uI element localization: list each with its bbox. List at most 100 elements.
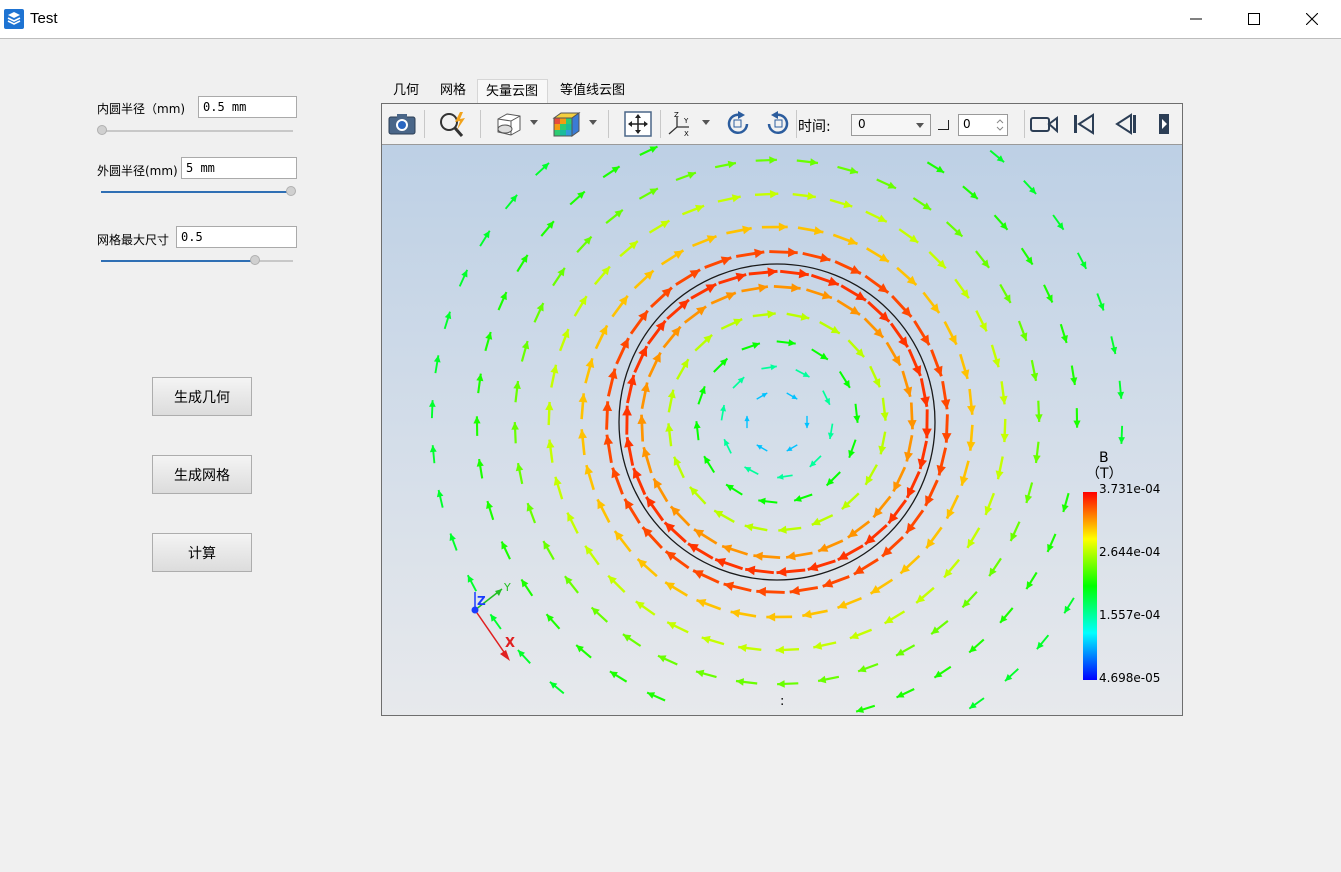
outer-radius-input[interactable]: 5 mm (181, 157, 297, 179)
mesh-size-input[interactable]: 0.5 (176, 226, 297, 248)
time-step-spinbox[interactable]: 0 (958, 114, 1008, 136)
field-vector-head (995, 470, 1004, 480)
axis-x-label: X (505, 636, 515, 651)
axes-triad: Z Y X (471, 581, 515, 661)
field-vector-head (436, 490, 444, 498)
field-vector-head (966, 441, 976, 451)
field-vector-head (941, 433, 952, 443)
field-vector-head (1073, 420, 1081, 428)
colorbar-tick: 1.557e-04 (1099, 608, 1160, 622)
tab-geometry[interactable]: 几何 (385, 79, 427, 103)
colorbar-unit: （T） (1086, 466, 1123, 482)
axes-orientation-icon[interactable]: ZYX (664, 108, 696, 140)
field-vector-head (641, 382, 650, 393)
colormap-icon[interactable] (550, 108, 582, 140)
vector-arrows (429, 145, 1125, 713)
field-vector-head (791, 283, 801, 293)
field-vector-head (742, 225, 752, 235)
first-frame-icon[interactable] (1068, 108, 1100, 140)
vector-field-scene[interactable]: B （T） 3.731e-04 2.644e-04 1.557e-04 4.69… (382, 145, 1182, 715)
colorbar-title: B (1099, 450, 1109, 466)
field-vector-head (744, 415, 750, 422)
field-vector-head (1000, 433, 1009, 443)
inner-radius-slider[interactable] (97, 124, 293, 138)
field-vector-head (627, 374, 637, 386)
chevron-down-icon[interactable] (589, 120, 597, 125)
chevron-down-icon[interactable] (530, 120, 538, 125)
colorbar (1083, 492, 1097, 680)
generate-geometry-button[interactable]: 生成几何 (152, 377, 252, 416)
field-vector-head (637, 414, 647, 424)
tab-contour-plot[interactable]: 等值线云图 (552, 79, 633, 103)
field-vector-head (813, 641, 823, 650)
generate-mesh-button[interactable]: 生成网格 (152, 455, 252, 494)
field-vector-head (1117, 391, 1125, 399)
field-vector-head (1118, 437, 1125, 444)
maximize-button[interactable] (1225, 0, 1283, 38)
field-vector-head (550, 364, 559, 374)
field-vector-head (667, 389, 676, 399)
view-mode-icon[interactable] (492, 108, 524, 140)
field-vector-head (511, 422, 519, 430)
record-icon[interactable] (1028, 108, 1060, 140)
pan-icon[interactable] (622, 108, 654, 140)
rotate-ccw-icon[interactable] (762, 108, 794, 140)
colorbar-tick: 3.731e-04 (1099, 482, 1160, 496)
field-vector-head (753, 551, 763, 561)
field-vector-head (756, 586, 766, 597)
field-vector-head (429, 400, 436, 407)
camera-icon[interactable] (386, 108, 418, 140)
field-vector-head (776, 567, 787, 577)
field-vector-head (777, 680, 785, 688)
rotate-cw-icon[interactable] (722, 108, 754, 140)
svg-text:Z: Z (674, 111, 679, 119)
slider-handle[interactable] (286, 186, 296, 196)
field-vector-head (722, 544, 733, 554)
field-vector-head (800, 312, 810, 321)
field-vector-head (818, 675, 827, 684)
colorbar-tick: 4.698e-05 (1099, 671, 1160, 685)
slider-handle[interactable] (249, 255, 260, 265)
vector-field-plot[interactable]: B （T） 3.731e-04 2.644e-04 1.557e-04 4.69… (382, 145, 1182, 715)
inner-boundary-circle (618, 263, 936, 581)
field-vector-head (473, 416, 481, 424)
step-icon (938, 120, 949, 130)
spinner-arrows-icon[interactable] (996, 118, 1004, 132)
field-vector-head (848, 449, 855, 458)
field-vector-head (769, 156, 777, 164)
field-vector-head (1110, 346, 1118, 354)
tab-mesh[interactable]: 网格 (432, 79, 474, 103)
field-vector-head (917, 458, 927, 470)
field-vector-head (727, 160, 736, 169)
scene-marker: : (780, 694, 784, 709)
field-vector-head (624, 437, 634, 448)
inner-radius-input[interactable]: 0.5 mm (198, 96, 297, 118)
field-vector-head (744, 523, 754, 532)
mesh-size-slider[interactable] (101, 254, 293, 268)
close-icon (1306, 13, 1318, 25)
close-button[interactable] (1283, 0, 1341, 38)
slider-handle[interactable] (97, 125, 107, 135)
minimize-button[interactable] (1167, 0, 1225, 38)
previous-frame-icon[interactable] (1110, 108, 1142, 140)
time-select[interactable]: 0 (851, 114, 931, 136)
axis-y-label: Y (503, 581, 511, 594)
window-title: Test (30, 10, 58, 27)
chevron-down-icon[interactable] (702, 120, 710, 125)
field-vector-head (778, 222, 788, 232)
zoom-fit-icon[interactable] (437, 108, 469, 140)
field-vector-head (429, 445, 437, 453)
time-select-value: 0 (858, 117, 866, 131)
field-vector-head (828, 276, 839, 286)
inner-radius-label: 内圆半径（mm) (97, 102, 186, 116)
time-label: 时间: (798, 119, 831, 135)
field-vector-head (622, 405, 632, 416)
tab-vector-plot[interactable]: 矢量云图 (477, 79, 548, 103)
compute-button[interactable]: 计算 (152, 533, 252, 572)
svg-text:X: X (684, 130, 689, 138)
field-vector-head (821, 290, 832, 300)
outer-radius-slider[interactable] (101, 185, 296, 199)
svg-text:Y: Y (683, 117, 689, 125)
more-icon[interactable] (1154, 108, 1174, 140)
field-vector-head (1035, 414, 1043, 422)
